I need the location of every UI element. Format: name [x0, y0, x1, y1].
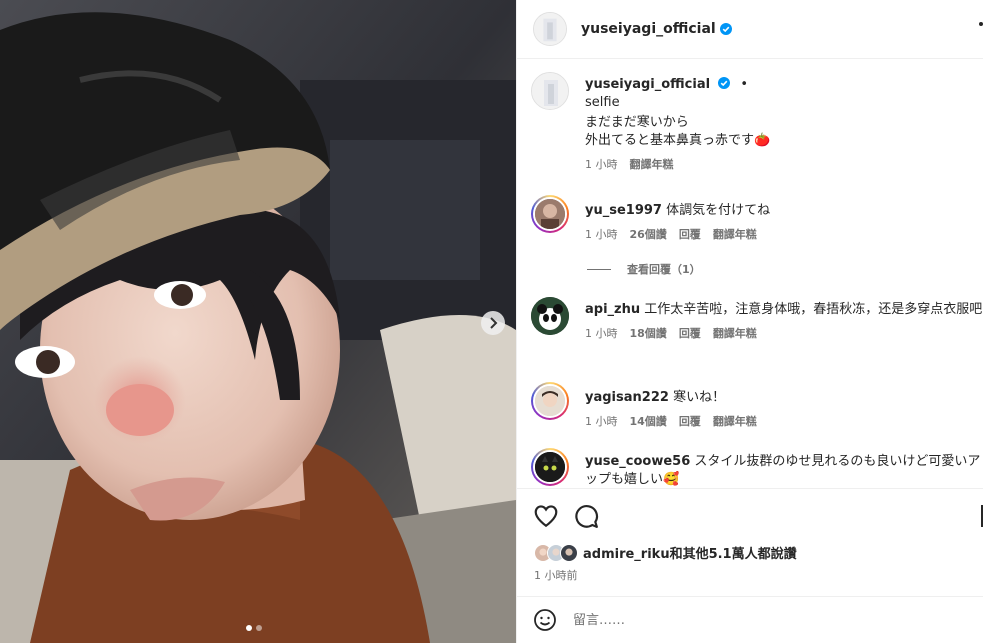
commenter-username[interactable]: yu_se1997 — [585, 203, 662, 218]
replies-line — [587, 268, 611, 270]
translate-link[interactable]: 翻譯年糕 — [713, 325, 757, 343]
reply-button[interactable]: 回覆 — [679, 226, 701, 244]
author-username[interactable]: yuseiyagi_official — [581, 21, 716, 37]
commenter-avatar[interactable] — [531, 382, 569, 420]
commenter-avatar[interactable] — [531, 448, 569, 486]
separator-dot: • — [740, 77, 749, 92]
comment-text: 体調気を付けてね — [666, 203, 771, 218]
smiley-icon[interactable] — [533, 608, 557, 632]
translate-link[interactable]: 翻譯年糕 — [713, 226, 757, 244]
author-avatar-small[interactable] — [531, 72, 569, 110]
post-time: 1 小時前 — [534, 569, 578, 582]
reply-button[interactable]: 回覆 — [679, 325, 701, 343]
heart-icon[interactable] — [533, 503, 559, 529]
caption-line-2: 外出てると基本鼻真っ赤です — [585, 133, 755, 148]
avatar-image — [532, 73, 568, 109]
likes-row[interactable]: admire_riku和其他5.1萬人都說讚 — [534, 543, 797, 562]
author-avatar[interactable] — [533, 12, 567, 46]
view-replies-button[interactable]: 查看回覆（1） — [587, 261, 701, 277]
post-details-panel: yuseiyagi_official yuseiyagi_official • … — [516, 0, 983, 643]
caption-username[interactable]: yuseiyagi_official — [585, 77, 710, 92]
comments-list[interactable]: yuseiyagi_official • selfie まだまだ寒いから 外出て… — [517, 60, 983, 488]
caption-time: 1 小時 — [585, 158, 618, 171]
liker-avatar-3 — [560, 543, 578, 562]
comment-time: 1 小時 — [585, 415, 618, 428]
carousel-dot-1 — [246, 625, 252, 631]
smiling-hearts-emoji: 🥰 — [663, 472, 680, 487]
panda-avatar-image — [531, 297, 569, 335]
commenter-username[interactable]: yuse_coowe56 — [585, 454, 690, 469]
commenter-avatar[interactable] — [531, 297, 569, 335]
likes-summary[interactable]: admire_riku和其他5.1萬人都說讚 — [583, 543, 797, 562]
verified-badge-icon — [718, 77, 731, 89]
comment-icon[interactable] — [573, 503, 599, 529]
comment-time: 1 小時 — [585, 327, 618, 340]
comment-text: 寒いね！ — [673, 390, 726, 405]
comment-text: 工作太辛苦啦，注意身体哦，春捂秋冻，还是多穿点衣服吧 — [644, 302, 983, 317]
post-photo[interactable] — [0, 0, 516, 643]
comment-likes[interactable]: 26個讚 — [630, 226, 667, 244]
comment-time: 1 小時 — [585, 228, 618, 241]
add-comment-bar — [517, 596, 983, 643]
carousel-indicator — [246, 625, 262, 631]
comment-likes[interactable]: 14個讚 — [630, 413, 667, 431]
carousel-dot-2 — [256, 625, 262, 631]
comment-likes[interactable]: 18個讚 — [630, 325, 667, 343]
avatar-image — [534, 13, 566, 45]
translate-link[interactable]: 翻譯年糕 — [713, 413, 757, 431]
more-options-icon[interactable] — [979, 22, 983, 26]
selfie-image — [0, 0, 516, 643]
reply-button[interactable]: 回覆 — [679, 413, 701, 431]
commenter-username[interactable]: api_zhu — [585, 302, 640, 317]
commenter-avatar[interactable] — [531, 195, 569, 233]
carousel-next-button[interactable] — [481, 311, 505, 335]
action-bar — [517, 488, 983, 544]
commenter-username[interactable]: yagisan222 — [585, 390, 669, 405]
verified-badge-icon — [719, 23, 732, 35]
chevron-right-icon — [490, 317, 498, 329]
caption-title: selfie — [585, 95, 620, 110]
cat-avatar-image — [535, 452, 565, 482]
avatar-image — [535, 199, 565, 229]
view-replies-label: 查看回覆（1） — [627, 263, 701, 276]
see-translation-link[interactable]: 翻譯年糕 — [630, 156, 674, 174]
caption-line-1: まだまだ寒いから — [585, 115, 689, 130]
post-header: yuseiyagi_official — [517, 0, 983, 59]
tomato-emoji: 🍅 — [754, 133, 771, 148]
comment-input[interactable] — [573, 612, 953, 628]
avatar-image — [535, 386, 565, 416]
